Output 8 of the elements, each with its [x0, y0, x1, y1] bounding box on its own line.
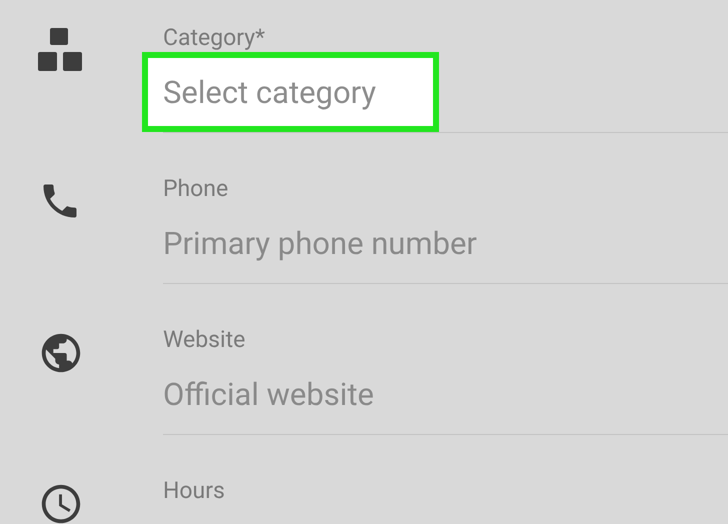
- field-label: Category*: [163, 24, 266, 52]
- input-field[interactable]: Primary phone number: [142, 203, 602, 283]
- blocks-icon: [38, 28, 84, 72]
- highlighted-input-field[interactable]: Select category: [142, 52, 439, 132]
- field-label: Phone: [163, 175, 228, 203]
- input-field[interactable]: Official website: [142, 354, 602, 434]
- field-label: Website: [163, 326, 246, 354]
- field-label: Hours: [163, 477, 225, 505]
